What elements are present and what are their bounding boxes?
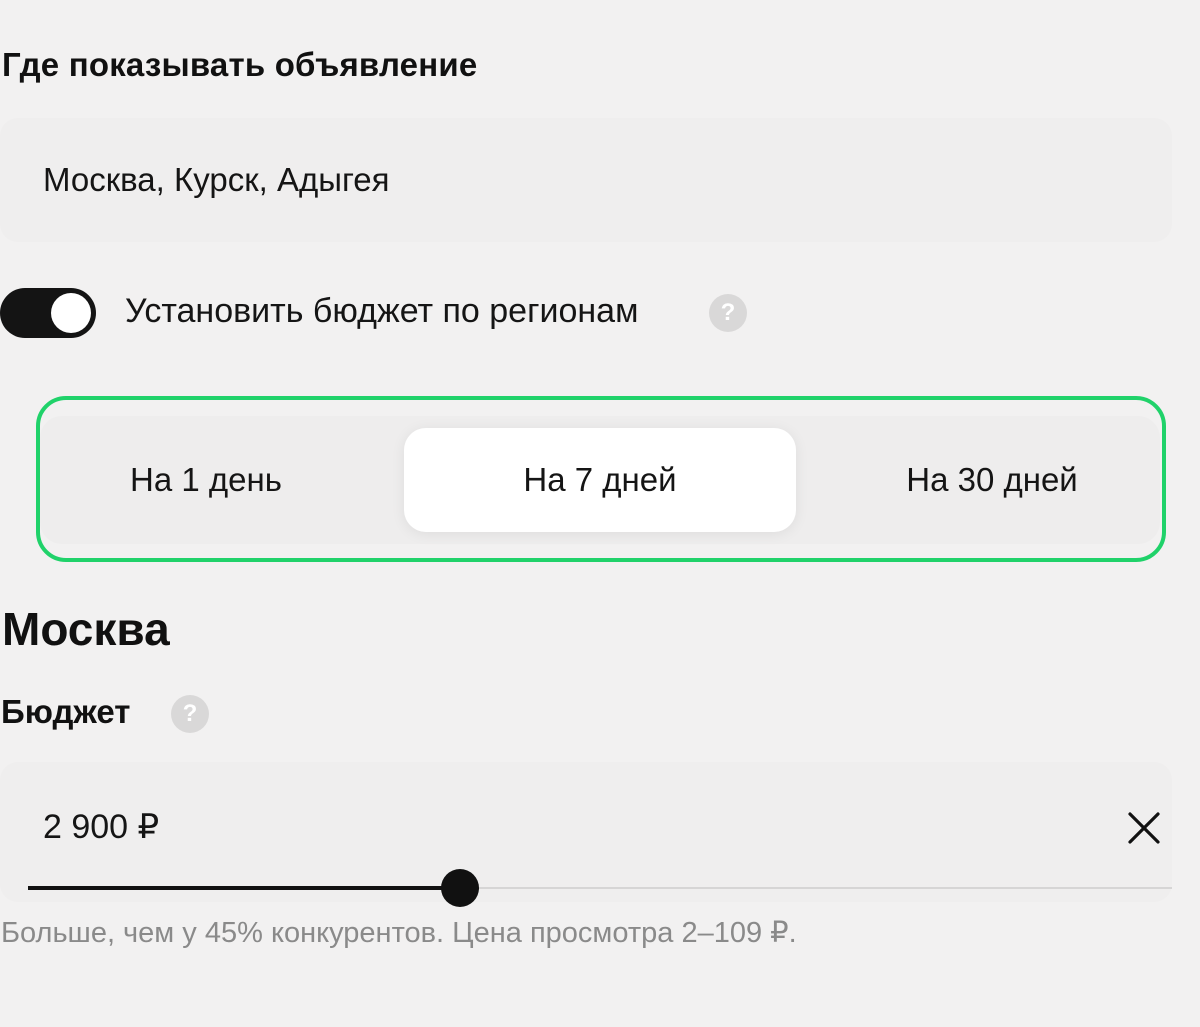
budget-slider[interactable]: [28, 868, 1172, 908]
regions-field[interactable]: Москва, Курск, Адыгея: [0, 118, 1172, 242]
placement-title: Где показывать объявление: [2, 46, 478, 83]
toggle-knob: [51, 293, 91, 333]
close-icon[interactable]: [1126, 810, 1162, 846]
regional-budget-toggle[interactable]: [0, 288, 96, 338]
question-icon[interactable]: ?: [709, 294, 747, 332]
period-selector: На 1 день На 7 дней На 30 дней: [40, 416, 1160, 544]
slider-fill: [28, 886, 461, 890]
budget-value: 2 900 ₽: [43, 808, 160, 846]
question-icon[interactable]: ?: [171, 695, 209, 733]
budget-label: Бюджет: [1, 693, 131, 730]
slider-thumb[interactable]: [441, 869, 480, 907]
regional-budget-label: Установить бюджет по регионам: [125, 292, 639, 330]
city-title: Москва: [2, 603, 170, 655]
period-option-7-days[interactable]: На 7 дней: [404, 428, 796, 532]
period-option-1-day[interactable]: На 1 день: [10, 428, 402, 532]
period-option-30-days[interactable]: На 30 дней: [796, 428, 1188, 532]
budget-hint: Больше, чем у 45% конкурентов. Цена прос…: [1, 917, 797, 949]
regions-value: Москва, Курск, Адыгея: [43, 161, 390, 198]
